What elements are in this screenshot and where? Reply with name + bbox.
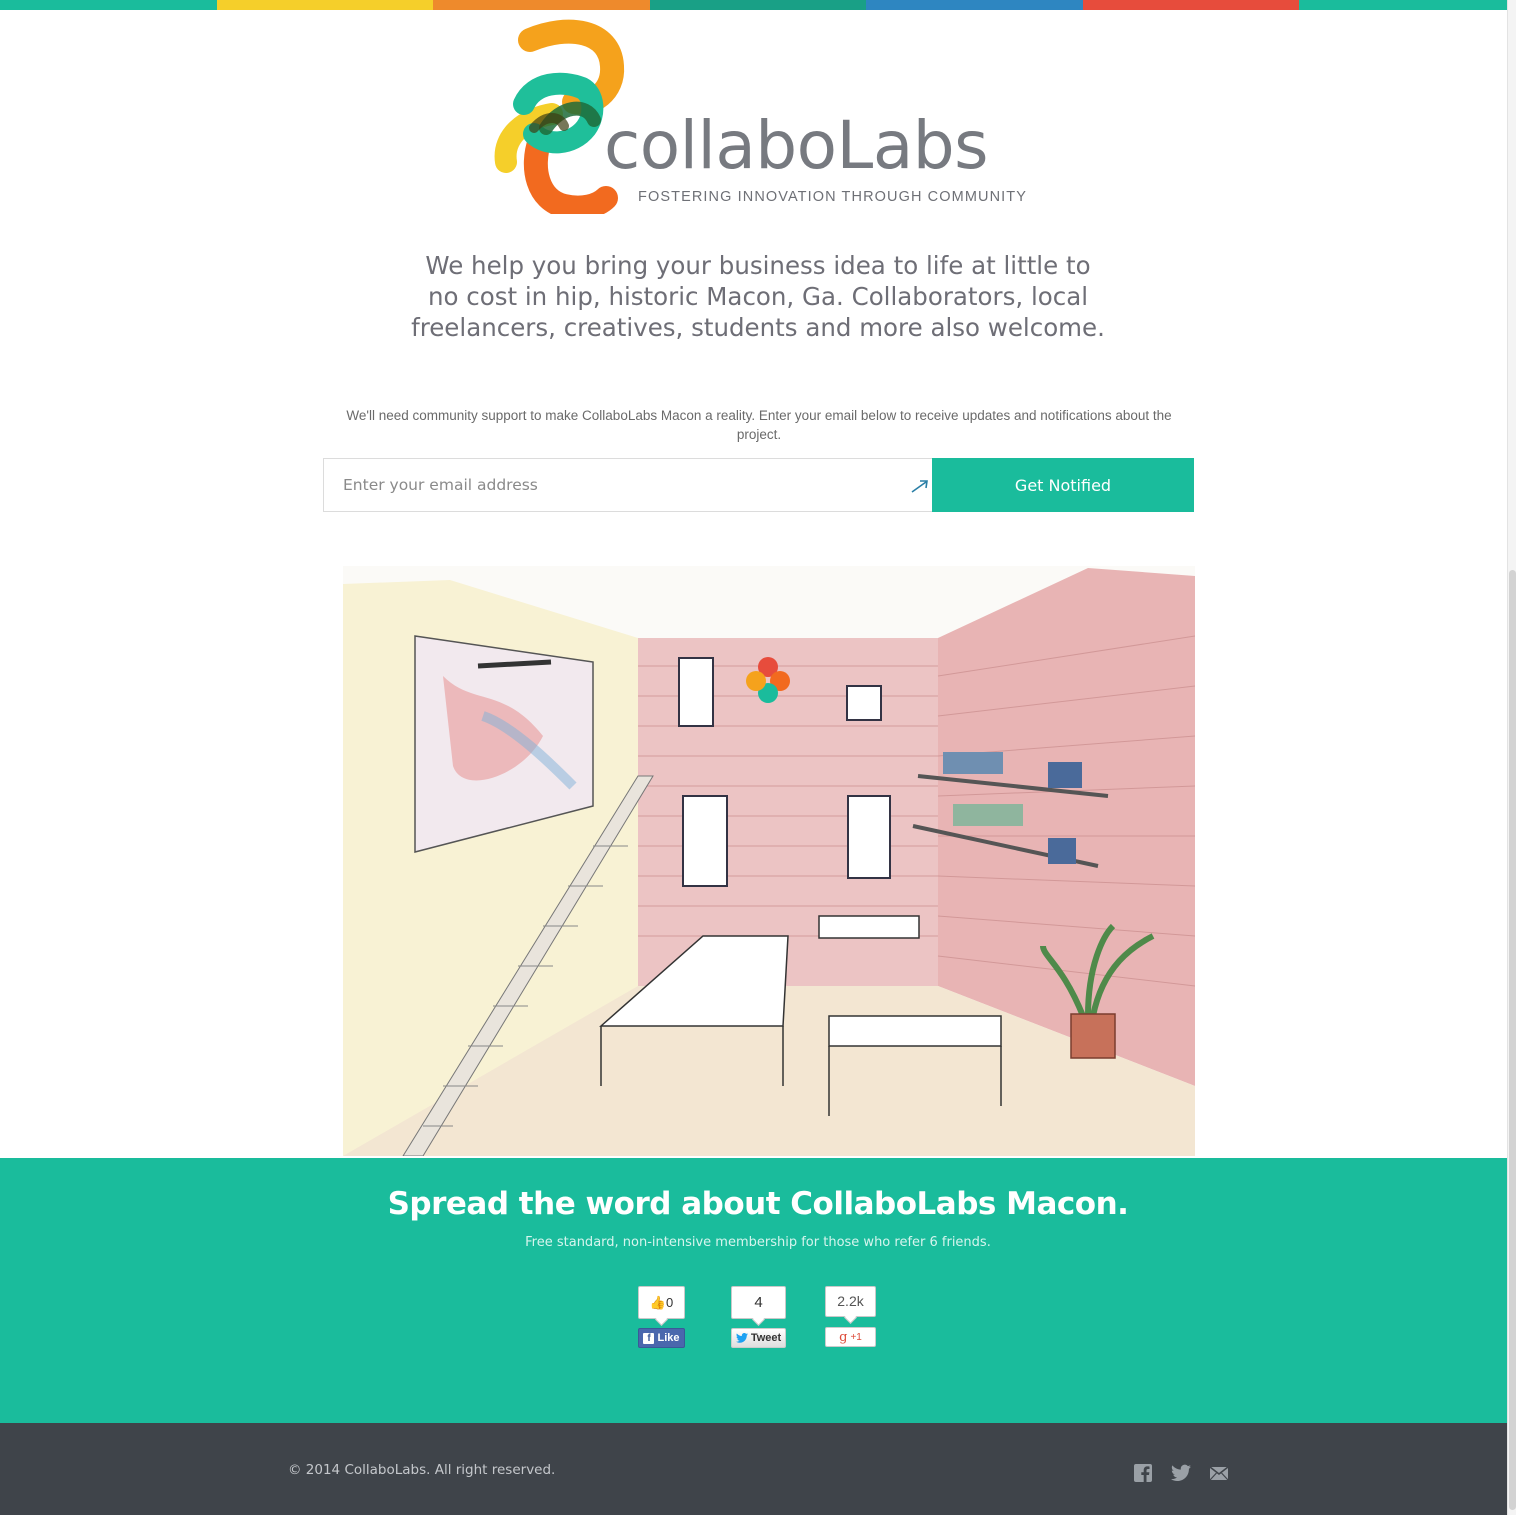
tweet-button[interactable]: Tweet: [731, 1328, 786, 1348]
page-scrollbar[interactable]: [1507, 0, 1516, 1515]
site-logo[interactable]: collaboLabs FOSTERING INNOVATION THROUGH…: [490, 18, 1035, 214]
signup-note: We'll need community support to make Col…: [346, 408, 1172, 442]
color-segment: [216, 0, 434, 10]
coworking-space-sketch-icon: [343, 568, 1195, 1156]
share-title: Spread the word about CollaboLabs Macon.: [387, 1186, 1129, 1222]
share-subtitle: Free standard, non-intensive membership …: [525, 1235, 991, 1250]
logo-wordmark: collaboLabs: [604, 107, 989, 184]
share-section: Spread the word about CollaboLabs Macon.…: [0, 1158, 1507, 1423]
site-footer: © 2014 CollaboLabs. All right reserved.: [0, 1423, 1507, 1515]
facebook-icon[interactable]: [1133, 1463, 1153, 1483]
copyright-text: © 2014 CollaboLabs. All right reserved.: [288, 1462, 556, 1478]
google-plus-widget: 2.2k g +1: [825, 1286, 876, 1347]
color-segment: [0, 0, 217, 10]
email-field-wrapper: [323, 458, 932, 512]
color-segment: [866, 0, 1083, 10]
twitter-bird-icon: [735, 1333, 748, 1343]
facebook-like-button[interactable]: f Like: [638, 1328, 685, 1348]
email-signup-form: Get Notified: [323, 458, 1194, 512]
thumbs-up-icon: 👍: [649, 1295, 666, 1310]
get-notified-button[interactable]: Get Notified: [932, 458, 1194, 512]
tweet-count: 4: [731, 1286, 786, 1319]
facebook-like-widget: 👍0 f Like: [638, 1286, 685, 1348]
google-plus-icon: g: [839, 1329, 848, 1345]
google-plus-count: 2.2k: [825, 1286, 876, 1317]
color-segment: [1299, 0, 1516, 10]
twitter-tweet-widget: 4 Tweet: [731, 1286, 786, 1348]
color-segment: [1082, 0, 1300, 10]
facebook-icon: f: [643, 1332, 655, 1344]
color-segment: [433, 0, 650, 10]
footer-social-links: [1133, 1463, 1229, 1483]
email-input[interactable]: [324, 459, 932, 511]
mail-icon[interactable]: [1209, 1463, 1229, 1483]
color-segment: [649, 0, 867, 10]
logo-tagline: FOSTERING INNOVATION THROUGH COMMUNITY: [638, 189, 1027, 205]
twitter-icon[interactable]: [1171, 1463, 1191, 1483]
facebook-like-count: 👍0: [638, 1286, 685, 1319]
scrollbar-thumb[interactable]: [1509, 570, 1516, 1510]
top-color-bar: [0, 0, 1516, 10]
hero-headline: We help you bring your business idea to …: [411, 251, 1105, 342]
coworking-space-illustration: [343, 566, 1195, 1156]
google-plus-button[interactable]: g +1: [825, 1327, 876, 1347]
arrow-cursor-icon: [911, 480, 928, 493]
